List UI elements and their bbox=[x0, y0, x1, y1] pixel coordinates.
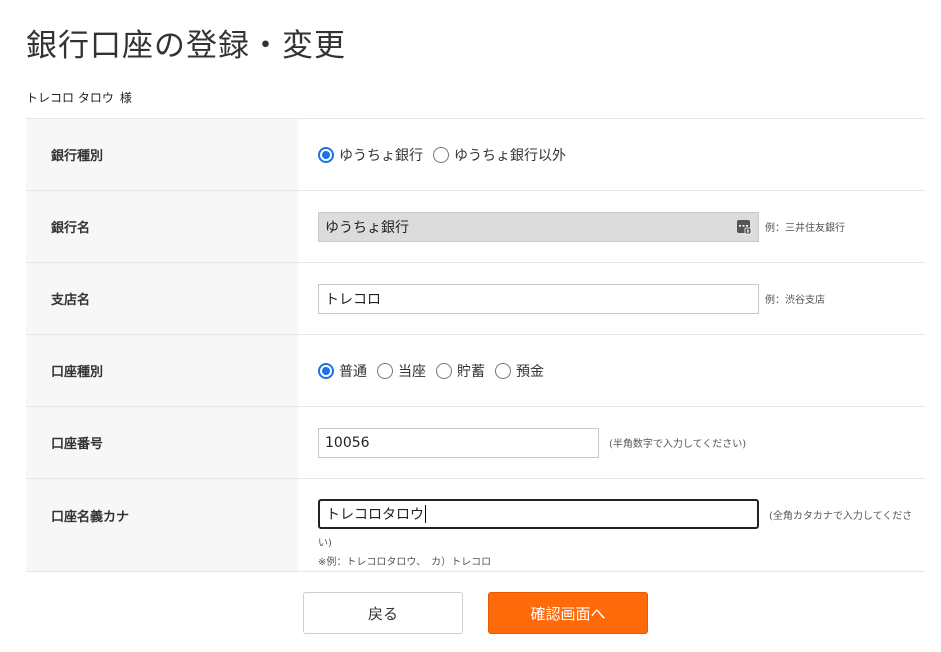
account-holder-input-line: トレコロタロウ (全角カタカナで入力してくださ bbox=[318, 499, 912, 529]
bank-type-field: ゆうちょ銀行 ゆうちょ銀行以外 bbox=[298, 119, 925, 190]
bank-account-form: 銀行種別 ゆうちょ銀行 ゆうちょ銀行以外 銀行名 ゆうちょ銀行 例：三井住友銀行… bbox=[26, 118, 925, 572]
account-holder-row: 口座名義カナ トレコロタロウ (全角カタカナで入力してくださ い) ※例：トレコ… bbox=[26, 479, 925, 572]
bank-name-value: ゆうちょ銀行 bbox=[325, 219, 409, 236]
branch-name-input[interactable]: トレコロ bbox=[318, 283, 759, 314]
radio-option-checking[interactable]: 当座 bbox=[377, 361, 426, 381]
radio-label: ゆうちょ銀行 bbox=[339, 147, 423, 164]
radio-button[interactable] bbox=[436, 362, 452, 379]
back-button[interactable]: 戻る bbox=[303, 592, 463, 634]
radio-button[interactable] bbox=[433, 146, 449, 163]
bank-type-row: 銀行種別 ゆうちょ銀行 ゆうちょ銀行以外 bbox=[26, 119, 925, 191]
bank-type-label: 銀行種別 bbox=[26, 119, 298, 190]
account-number-hint: (半角数字で入力してください) bbox=[609, 439, 747, 450]
bank-name-field: ゆうちょ銀行 例：三井住友銀行 bbox=[298, 191, 925, 262]
account-type-row: 口座種別 普通 当座 貯蓄 預金 bbox=[26, 335, 925, 407]
branch-name-value: トレコロ bbox=[325, 291, 381, 308]
radio-label: 預金 bbox=[516, 363, 544, 380]
bank-name-hint: 例：三井住友銀行 bbox=[765, 223, 845, 234]
account-holder-input[interactable]: トレコロタロウ bbox=[318, 499, 759, 529]
account-type-field: 普通 当座 貯蓄 預金 bbox=[298, 335, 925, 406]
radio-button[interactable] bbox=[377, 362, 393, 379]
radio-button-checked[interactable] bbox=[318, 146, 334, 163]
radio-option-deposit[interactable]: 預金 bbox=[495, 361, 544, 381]
account-holder-field: トレコロタロウ (全角カタカナで入力してくださ い) ※例：トレコロタロウ、 カ… bbox=[298, 479, 925, 571]
confirm-button[interactable]: 確認画面へ bbox=[488, 592, 648, 634]
account-number-value: 10056 bbox=[325, 434, 370, 451]
user-name: トレコロ タロウ bbox=[26, 91, 114, 105]
radio-label: 貯蓄 bbox=[457, 363, 485, 380]
branch-name-label: 支店名 bbox=[26, 263, 298, 334]
radio-label: ゆうちょ銀行以外 bbox=[454, 147, 566, 164]
account-holder-hint: (全角カタカナで入力してくださ bbox=[769, 510, 913, 522]
radio-label: 普通 bbox=[339, 363, 367, 380]
radio-option-other-bank[interactable]: ゆうちょ銀行以外 bbox=[433, 145, 566, 165]
radio-label: 当座 bbox=[398, 363, 426, 380]
account-holder-value: トレコロタロウ bbox=[326, 507, 424, 523]
account-holder-hint-wrap: い) bbox=[318, 538, 332, 549]
account-type-label: 口座種別 bbox=[26, 335, 298, 406]
account-number-field: 10056 (半角数字で入力してください) bbox=[298, 407, 925, 478]
honorific: 様 bbox=[119, 91, 132, 105]
radio-option-ordinary[interactable]: 普通 bbox=[318, 361, 367, 381]
bank-name-label: 銀行名 bbox=[26, 191, 298, 262]
branch-name-field: トレコロ 例：渋谷支店 bbox=[298, 263, 925, 334]
branch-name-row: 支店名 トレコロ 例：渋谷支店 bbox=[26, 263, 925, 335]
account-number-label: 口座番号 bbox=[26, 407, 298, 478]
user-greeting: トレコロ タロウ様 bbox=[26, 89, 132, 106]
account-holder-example: ※例：トレコロタロウ、 カ）トレコロ bbox=[318, 557, 492, 568]
calculator-icon[interactable] bbox=[736, 219, 752, 235]
radio-option-yucho[interactable]: ゆうちょ銀行 bbox=[318, 145, 423, 165]
radio-option-savings[interactable]: 貯蓄 bbox=[436, 361, 485, 381]
account-number-input[interactable]: 10056 bbox=[318, 427, 599, 458]
branch-name-hint: 例：渋谷支店 bbox=[765, 295, 825, 306]
account-holder-label: 口座名義カナ bbox=[26, 479, 298, 571]
account-number-row: 口座番号 10056 (半角数字で入力してください) bbox=[26, 407, 925, 479]
radio-button[interactable] bbox=[495, 362, 511, 379]
radio-button-checked[interactable] bbox=[318, 362, 334, 379]
bank-name-row: 銀行名 ゆうちょ銀行 例：三井住友銀行 bbox=[26, 191, 925, 263]
bank-name-input[interactable]: ゆうちょ銀行 bbox=[318, 211, 759, 242]
page-title: 銀行口座の登録・変更 bbox=[26, 28, 346, 64]
text-caret bbox=[425, 505, 426, 523]
